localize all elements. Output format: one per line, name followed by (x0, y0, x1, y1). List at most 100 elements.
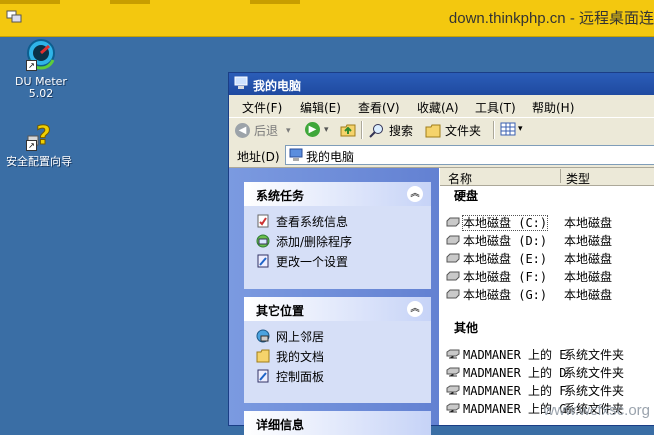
network-drive-icon (446, 385, 460, 395)
address-value: 我的电脑 (306, 150, 355, 164)
chevron-down-icon: ▾ (286, 125, 291, 136)
hard-drive-icon (446, 217, 460, 227)
forward-arrow-icon: ▶ (305, 122, 320, 137)
share-row[interactable]: MADMANER 上的 D 系统文件夹 (446, 363, 624, 381)
panel-title: 详细信息 (256, 418, 305, 432)
place-label: 网上邻居 (276, 329, 325, 344)
group-header-disk: 硬盘 (454, 189, 479, 203)
place-my-documents[interactable]: 我的文档 (256, 346, 431, 366)
forward-button[interactable]: ▶ ▾ (305, 122, 329, 137)
menu-view[interactable]: 查看(V) (358, 99, 400, 116)
drive-type: 本地磁盘 (564, 287, 613, 302)
task-label: 添加/删除程序 (276, 234, 353, 249)
folders-button[interactable]: 文件夹 (425, 122, 481, 139)
panel-header[interactable]: 详细信息 (244, 411, 431, 435)
watermark: www.wcfxsc.org (543, 402, 650, 419)
share-row[interactable]: MADMANER 上的 E 系统文件夹 (446, 345, 624, 363)
file-list: 名称 类型 硬盘 本地磁盘 (C:) 本地磁盘 本地磁盘 (D:) 本地磁盘 本… (440, 168, 654, 425)
task-add-remove-programs[interactable]: 添加/删除程序 (256, 231, 431, 251)
my-computer-window[interactable]: 我的电脑 文件(F) 编辑(E) 查看(V) 收藏(A) 工具(T) 帮助(H)… (228, 72, 654, 435)
place-network[interactable]: 网上邻居 (256, 326, 431, 346)
chevron-down-icon: ▾ (324, 124, 329, 135)
drive-type: 本地磁盘 (564, 215, 613, 230)
panel-header[interactable]: 系统任务 ︽ (244, 182, 431, 206)
control-panel-icon (257, 369, 269, 383)
search-icon (369, 124, 383, 138)
back-button[interactable]: ◀ 后退 ▾ (235, 122, 291, 139)
hard-drive-icon (446, 253, 460, 263)
system-tasks-panel: 系统任务 ︽ 查看系统信息 添加/删除程序 更改一个设置 (244, 182, 431, 289)
desktop-icon-security-wizard[interactable]: ? ↗ 安全配置向导 (4, 118, 74, 168)
drive-name: 本地磁盘 (C:) (461, 214, 549, 231)
task-label: 更改一个设置 (276, 254, 349, 269)
drive-row[interactable]: 本地磁盘 (E:) 本地磁盘 (446, 249, 612, 267)
drive-type: 本地磁盘 (564, 251, 613, 266)
hard-drive-icon (446, 271, 460, 281)
shortcut-arrow-icon: ↗ (26, 60, 37, 71)
group-header-other: 其他 (454, 321, 479, 335)
collapse-chevron-icon[interactable]: ︽ (407, 186, 423, 202)
my-computer-icon (289, 148, 303, 161)
up-folder-button[interactable] (340, 122, 356, 137)
rdp-tab-strip (250, 0, 300, 4)
desktop-icon-du-meter[interactable]: ↗ DU Meter 5.02 (6, 38, 76, 100)
column-divider[interactable] (560, 169, 561, 183)
drive-row[interactable]: 本地磁盘 (C:) 本地磁盘 (446, 213, 612, 231)
drive-row[interactable]: 本地磁盘 (F:) 本地磁盘 (446, 267, 612, 285)
address-label: 地址(D) (237, 150, 280, 164)
other-places-panel: 其它位置 ︽ 网上邻居 我的文档 控制面板 (244, 297, 431, 403)
toolbar-separator (361, 121, 363, 139)
my-computer-icon (234, 76, 248, 89)
network-drive-icon (446, 403, 460, 413)
desktop-icon-label: DU Meter 5.02 (15, 75, 67, 100)
network-places-icon (256, 329, 270, 343)
hard-drive-icon (446, 289, 460, 299)
network-drive-icon (446, 349, 460, 359)
place-control-panel[interactable]: 控制面板 (256, 366, 431, 386)
column-name-header[interactable]: 名称 (448, 170, 472, 187)
details-panel: 详细信息 (244, 411, 431, 435)
window-title-bar[interactable]: 我的电脑 (229, 73, 654, 95)
remote-desktop-title: down.thinkphp.cn - 远程桌面连 (448, 10, 654, 27)
change-setting-icon (257, 254, 269, 268)
place-label: 我的文档 (276, 349, 325, 364)
folders-label: 文件夹 (445, 124, 482, 138)
views-button[interactable]: ▾ (500, 122, 523, 136)
share-type: 系统文件夹 (564, 347, 625, 362)
toolbar: ◀ 后退 ▾ ▶ ▾ 搜索 文件夹 ▾ (229, 117, 654, 144)
system-info-icon (257, 214, 269, 228)
back-arrow-icon: ◀ (235, 123, 250, 138)
menu-help[interactable]: 帮助(H) (532, 99, 574, 116)
task-view-system-info[interactable]: 查看系统信息 (256, 211, 431, 231)
chevron-down-icon: ▾ (518, 124, 523, 134)
place-label: 控制面板 (276, 369, 325, 384)
share-row[interactable]: MADMANER 上的 F 系统文件夹 (446, 381, 624, 399)
menu-tools[interactable]: 工具(T) (475, 99, 516, 116)
back-label: 后退 (254, 124, 279, 138)
toolbar-separator (493, 121, 495, 139)
column-type-header[interactable]: 类型 (566, 170, 590, 187)
drive-row[interactable]: 本地磁盘 (D:) 本地磁盘 (446, 231, 612, 249)
menu-file[interactable]: 文件(F) (242, 99, 282, 116)
views-grid-icon (500, 122, 516, 136)
column-header: 名称 类型 (440, 168, 654, 186)
address-field[interactable]: 我的电脑 (285, 145, 654, 165)
drive-row[interactable]: 本地磁盘 (G:) 本地磁盘 (446, 285, 612, 303)
desktop-icon-label: 安全配置向导 (6, 155, 72, 168)
rdp-tab-strip (110, 0, 150, 4)
panel-title: 其它位置 (256, 304, 305, 318)
network-drive-icon (446, 367, 460, 377)
panel-header[interactable]: 其它位置 ︽ (244, 297, 431, 321)
task-change-setting[interactable]: 更改一个设置 (256, 251, 431, 271)
remote-desktop-icon (6, 10, 22, 23)
collapse-chevron-icon[interactable]: ︽ (407, 301, 423, 317)
menu-bar: 文件(F) 编辑(E) 查看(V) 收藏(A) 工具(T) 帮助(H) (229, 95, 654, 117)
share-type: 系统文件夹 (564, 383, 625, 398)
search-button[interactable]: 搜索 (369, 122, 413, 139)
remote-desktop-title-bar: down.thinkphp.cn - 远程桌面连 (0, 0, 654, 37)
menu-edit[interactable]: 编辑(E) (300, 99, 341, 116)
menu-favorites[interactable]: 收藏(A) (417, 99, 459, 116)
folder-icon (425, 124, 441, 137)
up-folder-icon (340, 124, 356, 137)
shortcut-arrow-icon: ↗ (26, 140, 37, 151)
